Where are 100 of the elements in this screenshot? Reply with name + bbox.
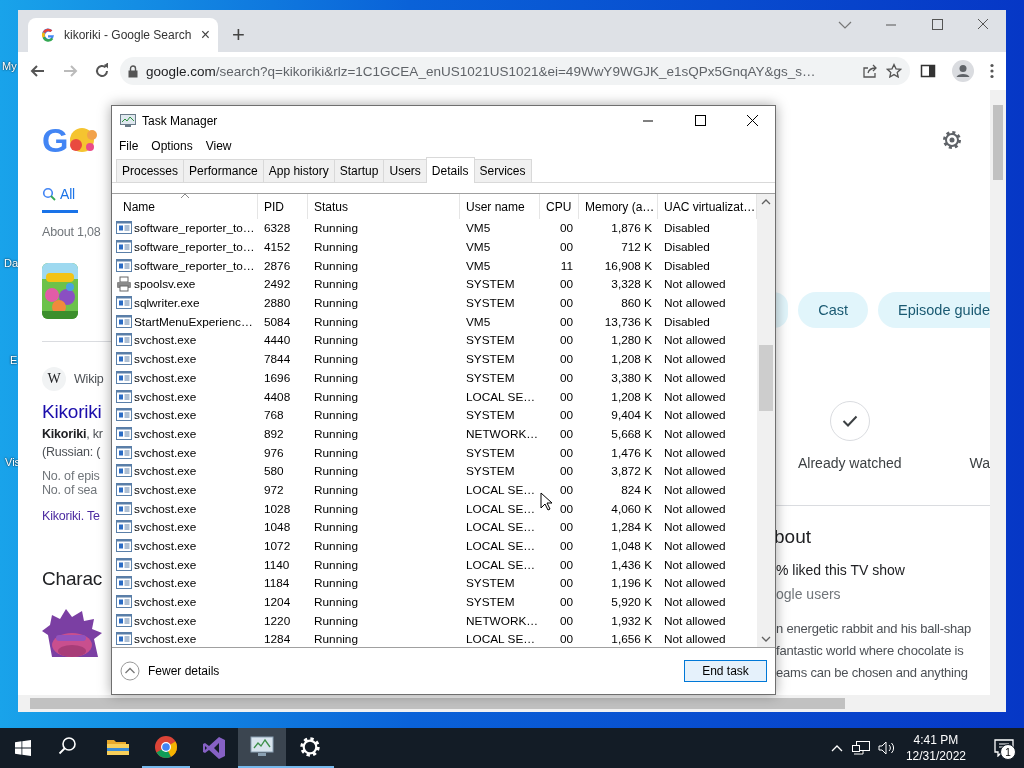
table-cell: 00 [559,277,573,292]
table-cell: Disabled [664,240,710,255]
table-cell: Running [314,557,358,572]
tab[interactable]: Processes [116,159,185,182]
browser-icon[interactable] [154,735,178,759]
profile-icon[interactable] [952,60,974,82]
lock-icon [128,64,138,78]
result-link[interactable]: Kikoriki. Te [42,509,111,523]
column-header[interactable]: Memory (a… [579,194,658,219]
table-cell: 5,920 K [611,595,652,610]
tab[interactable]: Startup [333,159,385,182]
table-cell: 1072 [264,539,291,554]
table-cell: svchost.exe [134,576,197,591]
scrollbar[interactable] [990,90,1006,695]
table-cell: 00 [559,632,573,647]
fewer-details-button[interactable]: Fewer details [120,661,220,681]
scrollbar-thumb[interactable] [993,105,1003,180]
table-cell: svchost.exe [134,520,197,535]
table-cell: Not allowed [664,352,726,367]
scrollbar-thumb[interactable] [759,345,773,411]
search-tab[interactable]: All [42,186,78,213]
table-cell: 00 [559,613,573,628]
tab-close-button[interactable]: × [200,26,210,44]
filter-chip[interactable]: Episode guide [878,292,990,328]
table-cell: 1204 [264,595,291,610]
table-cell: Running [314,539,358,554]
table-cell: Running [314,389,358,404]
scrollbar-thumb[interactable] [30,698,845,709]
table-cell: Not allowed [664,277,726,292]
new-tab-button[interactable]: + [232,24,245,46]
table-cell: Not allowed [664,408,726,423]
snippet-text: Kikoriki, kr [42,427,104,441]
table-cell: 13,736 K [604,314,652,329]
menu-icon[interactable] [990,63,994,79]
end-task-button[interactable]: End task [684,660,767,682]
reload-icon[interactable] [94,63,110,79]
table-cell: NETWORK… [466,613,539,628]
column-header[interactable]: Name [112,194,258,219]
back-arrow-icon[interactable] [30,63,46,79]
rating-source: ogle users [776,586,842,602]
taskbar-button[interactable] [238,728,286,768]
browser-tab[interactable]: kikoriki - Google Search × [28,18,218,52]
table-cell: 824 K [621,482,652,497]
menu-item[interactable]: Options [151,139,193,153]
menu-item[interactable]: View [205,139,232,153]
table-cell: 1,208 K [611,352,652,367]
column-header[interactable]: PID [258,194,308,219]
table-cell: 00 [559,408,573,423]
table-cell: SYSTEM [466,595,515,610]
table-cell: SYSTEM [466,333,515,348]
clock[interactable]: 4:41 PM 12/31/2022 [905,732,966,764]
table-cell: StartMenuExperienc… [134,314,253,329]
monitor-icon[interactable] [250,735,274,759]
table-cell: 1,656 K [611,632,652,647]
studio-icon[interactable] [202,736,226,760]
tab[interactable]: App history [262,159,335,182]
table-cell: Running [314,333,358,348]
tab[interactable]: Details [425,157,475,183]
table-cell: svchost.exe [134,464,197,479]
search-icon [42,187,56,201]
table-cell: Not allowed [664,370,726,385]
table-cell: SYSTEM [466,464,515,479]
side-panel-icon[interactable] [920,63,936,79]
column-header[interactable]: User name [460,194,540,219]
tab[interactable]: Services [473,159,532,182]
column-header[interactable]: Status [308,194,460,219]
table-cell: SYSTEM [466,445,515,460]
app-icon [116,444,132,461]
table-cell: Not allowed [664,520,726,535]
filter-chip[interactable]: Cast [798,292,869,328]
table-cell: LOCAL SE… [466,501,536,516]
table-cell: Running [314,520,358,535]
table-cell: Running [314,221,358,236]
fact-label: No. of sea [42,483,98,497]
scrollbar[interactable] [757,194,775,647]
table-cell: 1,196 K [611,576,652,591]
settings-icon[interactable] [298,735,322,759]
volume-icon[interactable] [877,740,896,756]
table-cell: 00 [559,482,573,497]
column-header[interactable]: CPU [540,194,579,219]
star-icon[interactable] [886,63,902,79]
result-title[interactable]: Kikoriki [42,401,111,423]
tab[interactable]: Performance [183,159,264,182]
table-cell: svchost.exe [134,595,197,610]
table-cell: Running [314,258,358,273]
table-cell: svchost.exe [134,632,197,647]
menu-item[interactable]: File [119,139,139,153]
notification-button[interactable]: 1 [984,728,1024,768]
table-cell: 1028 [264,501,291,516]
tab[interactable]: Users [383,159,427,182]
scrollbar[interactable] [18,695,1006,712]
app-icon [116,425,132,442]
settings-icon[interactable] [940,128,964,152]
app-icon [116,332,132,349]
table-cell: 00 [559,314,573,329]
table-cell: 00 [559,557,573,572]
network-icon[interactable] [851,740,870,756]
share-icon[interactable] [862,63,878,79]
fact-label: No. of epis [42,469,101,483]
windows-logo-icon[interactable] [15,740,31,756]
